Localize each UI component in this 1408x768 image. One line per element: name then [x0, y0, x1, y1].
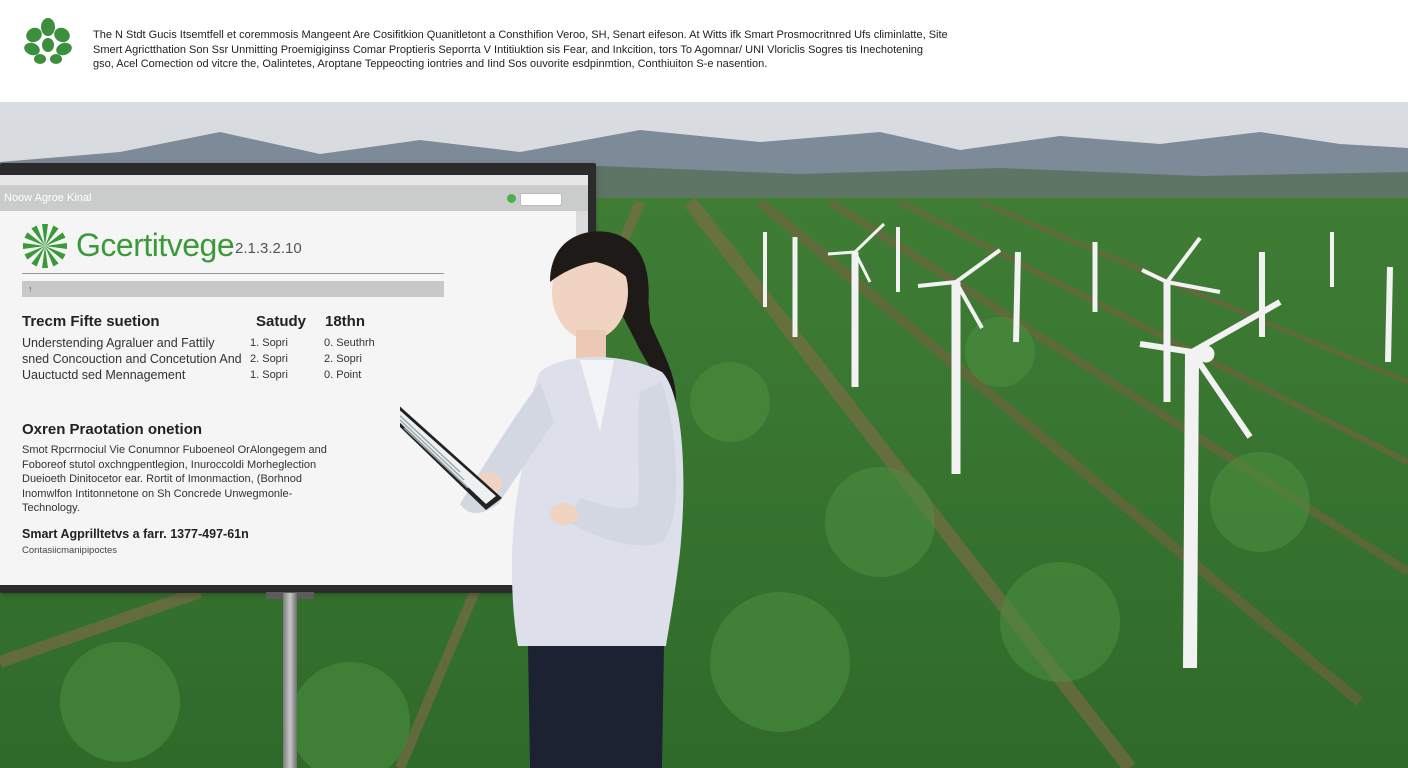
list-item: 1. Sopri	[250, 369, 288, 381]
tablet-icon	[400, 406, 502, 510]
pin-icon: ↑	[28, 284, 33, 294]
leaf-cluster-icon	[24, 18, 72, 64]
section3-subtext: Contasiicmanipipoctes	[22, 545, 118, 556]
green-pinwheel-icon	[23, 224, 67, 268]
list-item: 1. Sopri	[250, 337, 288, 349]
status-indicator	[507, 194, 516, 203]
section1-col2-heading: 18thn	[325, 313, 366, 330]
header-line: gso, Acel Comection od vitcre the, Oalin…	[93, 58, 768, 70]
list-item: 2. Sopri	[324, 353, 362, 365]
header-banner: The N Stdt Gucis Itsemtfell et coremmosi…	[0, 0, 1408, 102]
body-line: Dueioeth Dinitocetor ear. Rortit of Imon…	[22, 473, 303, 485]
list-item: 2. Sopri	[250, 353, 288, 365]
list-item: 0. Seuthrh	[324, 337, 375, 349]
body-line: Foboreof stutol oxchngpentlegion, Inuroc…	[22, 458, 317, 471]
body-line: Smot Rpcrrnociul Vie Conumnor Fuboeneol …	[22, 444, 327, 456]
divider	[22, 273, 444, 274]
header-line: Smert Agrictthation Son Ssr Unmitting Pr…	[93, 43, 924, 56]
section1-col2: 0. Seuthrh 2. Sopri 0. Point	[324, 335, 375, 383]
window-titlebar	[0, 175, 588, 191]
brand-code: 2.1.3.2.10	[235, 240, 302, 257]
section1-heading: Trecm Fifte suetion	[22, 313, 160, 330]
section3-heading: Smart Agprilltetvs a farr. 1377-497-61n	[22, 527, 249, 541]
section1-col1-heading: Satudy	[256, 313, 307, 330]
section1-description: Understending Agraluer and Fattily sned …	[22, 336, 242, 382]
body-line: Technology.	[22, 502, 80, 514]
section2-body: Smot Rpcrrnociul Vie Conumnor Fuboeneol …	[22, 443, 362, 516]
filter-bar[interactable]: ↑	[22, 281, 444, 297]
section1-col1: 1. Sopri 2. Sopri 1. Sopri	[250, 335, 288, 383]
app-header: Noow Agroe Kinal	[0, 185, 588, 211]
monitor-stand	[283, 593, 297, 768]
list-item: 0. Point	[324, 369, 362, 381]
section2-heading: Oxren Praotation onetion	[22, 421, 203, 438]
presenter-person	[400, 231, 684, 768]
body-line: Inomwlfon Intitonnetone on Sh Concrede U…	[22, 487, 293, 500]
brand-name: Gcertitvege	[76, 227, 235, 263]
header-paragraph: The N Stdt Gucis Itsemtfell et coremmosi…	[93, 28, 1153, 72]
header-line: The N Stdt Gucis Itsemtfell et coremmosi…	[93, 29, 948, 41]
status-button[interactable]	[520, 193, 562, 206]
app-title: Noow Agroe Kinal	[4, 192, 92, 204]
